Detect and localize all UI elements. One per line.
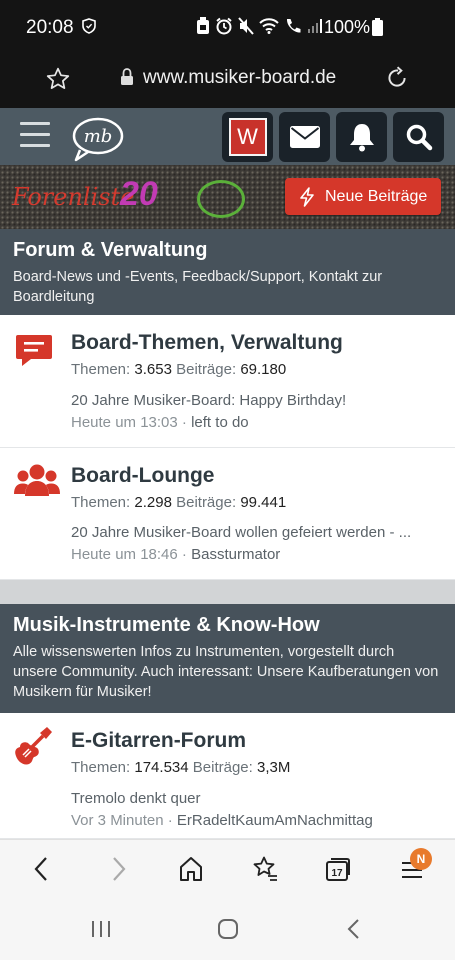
threads-label: Themen:: [71, 759, 131, 776]
browser-toolbar: 17: [0, 839, 455, 899]
call-icon: [286, 19, 301, 33]
home-nav-icon[interactable]: [216, 917, 240, 946]
menu-badge: N: [410, 848, 432, 870]
last-post-time[interactable]: Vor 3 Minuten: [71, 812, 164, 829]
last-post-meta: Vor 3 Minuten · ErRadeltKaumAmNachmittag: [71, 812, 373, 829]
forum-row[interactable]: Board-Lounge Themen: 2.298 Beiträge: 99.…: [0, 448, 455, 580]
posts-label: Beiträge:: [176, 361, 237, 378]
banner-logo-mark: [197, 180, 245, 218]
bookmark-star-icon[interactable]: [45, 66, 71, 97]
shield-icon: [82, 18, 96, 39]
forum-title[interactable]: Board-Lounge: [71, 464, 214, 488]
bell-icon: [349, 124, 374, 152]
banner-number: 20: [120, 175, 158, 213]
threads-count: 3.653: [134, 361, 172, 378]
category-header[interactable]: Musik-Instrumente & Know-How Alle wissen…: [0, 604, 455, 713]
messages-button[interactable]: [279, 112, 330, 162]
last-post-time[interactable]: Heute um 18:46: [71, 546, 178, 563]
category-description: Board-News und -Events, Feedback/Support…: [13, 269, 383, 305]
forum-stats: Themen: 3.653 Beiträge: 69.180: [71, 361, 286, 378]
url-bar: www.musiker-board.de: [0, 52, 455, 108]
posts-label: Beiträge:: [176, 494, 237, 511]
category-title[interactable]: Musik-Instrumente & Know-How: [13, 612, 442, 638]
guitar-icon: [14, 727, 54, 772]
mute-icon: [238, 17, 254, 35]
forum-row[interactable]: E-Gitarren-Forum Themen: 174.534 Beiträg…: [0, 713, 455, 839]
last-thread-link[interactable]: Tremolo denkt quer: [71, 790, 441, 807]
search-icon: [406, 124, 432, 151]
battery-icon: [372, 18, 383, 41]
user-account-button[interactable]: W: [222, 112, 273, 162]
back-icon[interactable]: [30, 855, 54, 888]
last-post-meta: Heute um 13:03 · left to do: [71, 414, 249, 431]
search-button[interactable]: [393, 112, 444, 162]
last-post-user[interactable]: left to do: [191, 414, 249, 431]
recent-apps-icon[interactable]: [90, 919, 112, 944]
forum-row[interactable]: Board-Themen, Verwaltung Themen: 3.653 B…: [0, 315, 455, 448]
bookmarks-icon[interactable]: [251, 855, 279, 888]
status-icons: [196, 17, 323, 35]
section-divider: [0, 580, 455, 604]
wifi-icon: [259, 18, 279, 34]
threads-count: 174.534: [134, 759, 189, 776]
last-post-time[interactable]: Heute um 13:03: [71, 414, 178, 431]
banner-text: Forenliste: [12, 183, 135, 211]
forum-stats: Themen: 2.298 Beiträge: 99.441: [71, 494, 286, 511]
status-time: 20:08: [26, 17, 74, 38]
system-nav-bar: [0, 899, 455, 960]
threads-label: Themen:: [71, 361, 131, 378]
posts-count: 99.441: [240, 494, 287, 511]
last-post-meta: Heute um 18:46 · Bassturmator: [71, 546, 281, 563]
menu-icon[interactable]: [20, 122, 50, 150]
svg-text:mb: mb: [84, 126, 113, 147]
reload-icon[interactable]: [384, 65, 410, 96]
url-text[interactable]: www.musiker-board.de: [143, 67, 336, 89]
lock-icon: [120, 68, 134, 91]
new-posts-label: Neue Beiträge: [325, 187, 428, 205]
user-initial: W: [228, 118, 267, 156]
chat-icon: [14, 333, 54, 374]
category-header[interactable]: Forum & Verwaltung Board-News und -Event…: [0, 229, 455, 315]
alarm-icon: [216, 17, 232, 35]
site-header: mb W: [0, 108, 455, 165]
category-title[interactable]: Forum & Verwaltung: [13, 237, 442, 263]
threads-label: Themen:: [71, 494, 131, 511]
site-logo[interactable]: mb: [70, 114, 126, 167]
battery-level: 100%: [324, 17, 371, 37]
signal-icon: [308, 19, 322, 33]
posts-count: 3,3M: [257, 759, 291, 776]
new-posts-button[interactable]: Neue Beiträge: [285, 178, 441, 215]
forward-icon[interactable]: [106, 855, 130, 888]
mail-icon: [289, 126, 320, 148]
status-bar: 20:08 100%: [0, 0, 455, 52]
forum-title[interactable]: Board-Themen, Verwaltung: [71, 331, 343, 355]
tab-count: 17: [331, 868, 343, 879]
posts-count: 69.180: [240, 361, 287, 378]
last-thread-link[interactable]: 20 Jahre Musiker-Board: Happy Birthday!: [71, 392, 441, 409]
last-thread-link[interactable]: 20 Jahre Musiker-Board wollen gefeiert w…: [71, 524, 441, 541]
posts-label: Beiträge:: [192, 759, 253, 776]
last-post-user[interactable]: ErRadeltKaumAmNachmittag: [177, 812, 373, 829]
users-icon: [14, 462, 60, 503]
sim-icon: [197, 17, 209, 34]
threads-count: 2.298: [134, 494, 172, 511]
home-icon[interactable]: [178, 855, 204, 888]
lightning-icon: [300, 186, 314, 207]
category-description: Alle wissenswerten Infos zu Instrumenten…: [13, 644, 439, 700]
back-nav-icon[interactable]: [344, 917, 364, 946]
notifications-button[interactable]: [336, 112, 387, 162]
forum-title[interactable]: E-Gitarren-Forum: [71, 729, 246, 753]
tabs-button[interactable]: 17: [324, 855, 352, 888]
last-post-user[interactable]: Bassturmator: [191, 546, 280, 563]
forum-stats: Themen: 174.534 Beiträge: 3,3M: [71, 759, 290, 776]
